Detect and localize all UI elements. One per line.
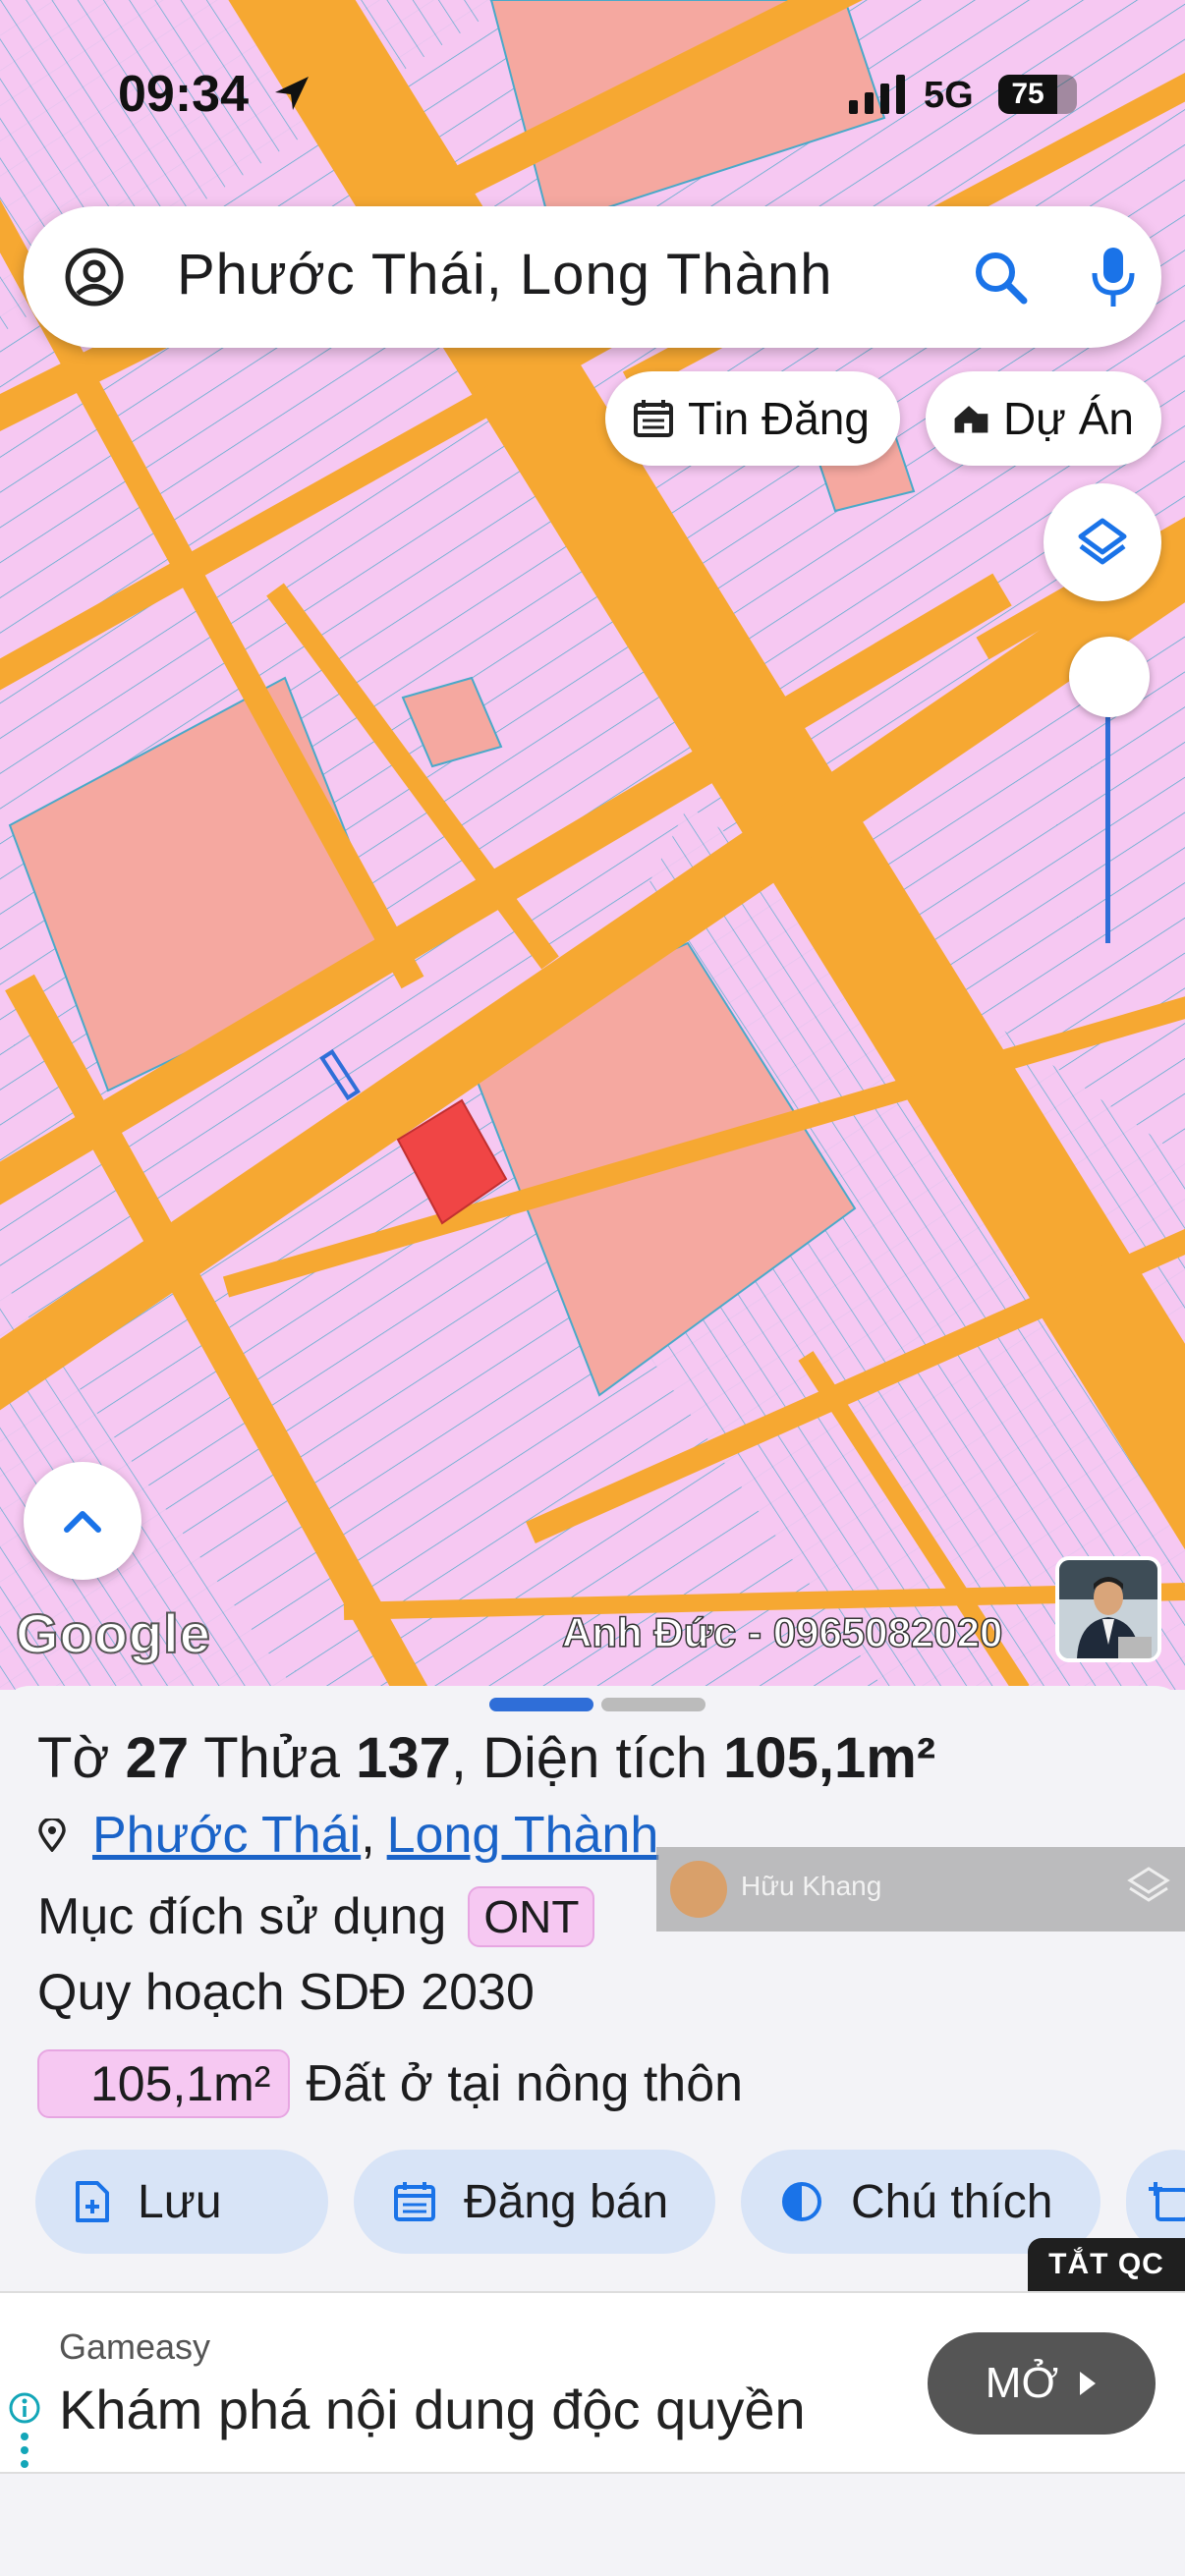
plan-title: Quy hoạch SDĐ 2030 — [37, 1964, 535, 2021]
building-icon — [954, 406, 988, 433]
save-button[interactable]: Lưu — [35, 2150, 328, 2254]
watermark-name: Hữu Khang — [741, 1871, 882, 1901]
layers-icon — [1078, 518, 1127, 565]
listings-chip-label: Tin Đăng — [688, 393, 870, 444]
layers-watermark-icon — [1127, 1867, 1170, 1902]
zoom-slider-track[interactable] — [1105, 678, 1110, 943]
parcel-info-sheet: Tờ 27 Thửa 137, Diện tích 105,1m² Phước … — [0, 1686, 1185, 2295]
clock: 09:34 — [118, 66, 249, 123]
lot-number: 137 — [356, 1726, 451, 1790]
location-arrow-icon — [275, 77, 309, 110]
parcel-area: 105,1m² — [723, 1726, 936, 1790]
disable-ads-button[interactable]: TẮT QC — [1028, 2238, 1185, 2291]
plan-area-description: Đất ở tại nông thôn — [306, 2055, 744, 2112]
post-for-sale-button[interactable]: Đăng bán — [354, 2150, 715, 2254]
projects-chip[interactable]: Dự Án — [926, 371, 1161, 466]
play-arrow-icon — [1080, 2372, 1097, 2395]
lot-label: Thửa — [203, 1726, 340, 1790]
ad-open-button[interactable]: MỞ — [928, 2332, 1156, 2435]
cellular-signal-icon — [849, 73, 905, 114]
ward-link[interactable]: Phước Thái — [92, 1806, 361, 1865]
search-icon[interactable] — [973, 250, 1030, 307]
area-label: , Diện tích — [450, 1726, 707, 1790]
ad-brand: Gameasy — [59, 2326, 211, 2367]
district-link[interactable]: Long Thành — [387, 1806, 659, 1865]
microphone-icon[interactable] — [1089, 246, 1138, 308]
add-box-icon — [1149, 2182, 1185, 2221]
map-layers-button[interactable] — [1044, 483, 1161, 601]
contrast-icon — [782, 2182, 821, 2221]
add-file-icon — [76, 2181, 109, 2222]
calendar-icon — [394, 2182, 435, 2221]
google-logo: Google — [15, 1601, 211, 1665]
agent-contact-label: Anh Đức - 0965082020 — [561, 1608, 1003, 1656]
location-pin-icon — [38, 1819, 66, 1852]
land-use-label: Mục đích sử dụng — [37, 1888, 447, 1945]
agent-avatar[interactable] — [1055, 1556, 1161, 1662]
action-row: Lưu Đăng bán Chú thích — [35, 2150, 1185, 2254]
user-watermark: Hữu Khang — [656, 1847, 1185, 1932]
projects-chip-label: Dự Án — [1002, 393, 1134, 444]
zoom-slider-handle[interactable] — [1069, 637, 1150, 717]
account-icon[interactable] — [65, 248, 124, 307]
plan-area-badge: 105,1m² — [37, 2049, 291, 2118]
network-type: 5G — [924, 75, 974, 116]
search-bar[interactable]: Phước Thái, Long Thành — [24, 206, 1161, 348]
save-button-label: Lưu — [138, 2175, 222, 2228]
search-query[interactable]: Phước Thái, Long Thành — [177, 242, 832, 308]
land-use-row: Mục đích sử dụng ONT — [37, 1886, 595, 1947]
chevron-up-icon — [64, 1511, 101, 1533]
sheet-number: 27 — [125, 1726, 190, 1790]
status-bar: 09:34 5G 75 — [0, 0, 1185, 196]
watermark-avatar — [670, 1861, 727, 1918]
post-for-sale-label: Đăng bán — [464, 2175, 669, 2228]
sheet-label: Tờ — [37, 1726, 110, 1790]
expand-sheet-button[interactable] — [24, 1462, 141, 1580]
legend-button-label: Chú thích — [851, 2175, 1053, 2228]
battery-level: 75 — [1011, 78, 1044, 110]
calendar-list-icon — [634, 400, 673, 437]
ad-info-icon[interactable] — [8, 2391, 41, 2470]
plan-area-row: 105,1m² Đất ở tại nông thôn — [37, 2049, 743, 2118]
ad-banner[interactable]: Gameasy Khám phá nội dung độc quyền MỞ — [0, 2291, 1185, 2474]
ad-headline: Khám phá nội dung độc quyền — [59, 2379, 806, 2440]
listings-chip[interactable]: Tin Đăng — [605, 371, 900, 466]
parcel-location: Phước Thái, Long Thành — [37, 1806, 658, 1865]
parcel-summary: Tờ 27 Thửa 137, Diện tích 105,1m² — [37, 1725, 935, 1791]
ad-open-label: MỞ — [985, 2359, 1059, 2407]
sheet-pager[interactable] — [489, 1698, 705, 1711]
battery-icon: 75 — [998, 75, 1077, 114]
agent-photo — [1059, 1560, 1157, 1658]
land-use-code: ONT — [468, 1886, 595, 1947]
